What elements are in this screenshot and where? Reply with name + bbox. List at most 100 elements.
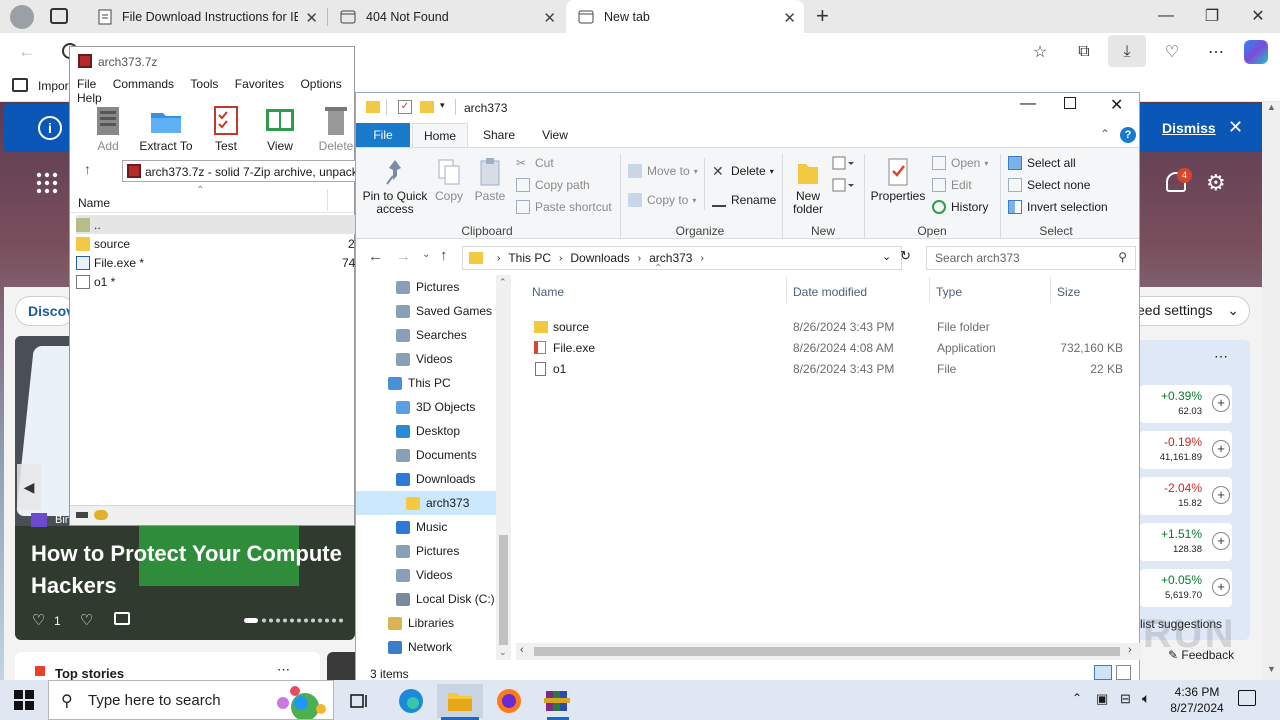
tab-new-tab[interactable]: New tab ✕: [566, 0, 804, 33]
properties-button[interactable]: Properties: [868, 154, 928, 203]
delete-button[interactable]: ✕ Delete ▾: [712, 162, 774, 180]
nav-item[interactable]: 3D Objects: [356, 395, 496, 419]
breadcrumb-this-pc[interactable]: This PC: [508, 251, 551, 265]
volume-icon[interactable]: 🔈︎: [1142, 690, 1150, 707]
new-tab-plus-icon[interactable]: +: [816, 3, 829, 29]
file-explorer-app-icon[interactable]: [437, 684, 483, 718]
network-icon[interactable]: ⊟: [1120, 691, 1131, 707]
menu-options[interactable]: Options: [300, 77, 341, 91]
close-info-icon[interactable]: ✕: [1228, 117, 1243, 138]
favorite-star-icon[interactable]: ☆: [1026, 38, 1054, 66]
minimize-icon[interactable]: —: [1020, 95, 1036, 113]
nav-scrollbar[interactable]: ⌃ ⌄: [496, 275, 511, 660]
close-icon[interactable]: ✕: [1110, 95, 1123, 115]
horizontal-scrollbar[interactable]: ‹ ›: [516, 643, 1141, 660]
nav-item[interactable]: Music: [356, 515, 496, 539]
discover-tab[interactable]: Discov: [15, 296, 75, 326]
taskbar-search-box[interactable]: ⚲ Type here to search: [48, 680, 334, 720]
nav-item[interactable]: Videos: [356, 347, 496, 371]
task-view-icon[interactable]: [338, 684, 382, 718]
add-button[interactable]: Add: [78, 103, 138, 153]
copy-path-button[interactable]: Copy path: [516, 176, 590, 194]
tab-404[interactable]: 404 Not Found ✕: [328, 0, 564, 33]
notification-center-icon[interactable]: [1238, 690, 1256, 706]
address-bar[interactable]: › This PC › Downloads › arch373 ›: [462, 246, 902, 270]
menu-file[interactable]: File: [77, 77, 96, 91]
scroll-up-arrow-icon[interactable]: ⌃: [499, 277, 507, 288]
details-view-icon[interactable]: [1094, 665, 1112, 680]
scroll-right-arrow-icon[interactable]: ›: [1128, 644, 1132, 656]
forward-arrow-icon[interactable]: →: [396, 248, 411, 265]
nav-item[interactable]: Documents: [356, 443, 496, 467]
7zip-column-header[interactable]: Name ⌃: [70, 185, 354, 213]
like-icon[interactable]: ♡: [32, 611, 45, 629]
qat-dropdown-icon[interactable]: ▾: [440, 100, 445, 111]
menu-tools[interactable]: Tools: [190, 77, 218, 91]
extract-to-button[interactable]: Extract To: [136, 103, 196, 153]
breadcrumb-downloads[interactable]: Downloads: [570, 251, 629, 265]
carousel-prev-arrow-icon[interactable]: ◀: [17, 464, 41, 510]
add-stock-icon[interactable]: +: [1212, 486, 1230, 504]
history-button[interactable]: History: [932, 198, 988, 216]
menu-favorites[interactable]: Favorites: [235, 77, 284, 91]
address-dropdown-icon[interactable]: ⌄: [882, 250, 891, 263]
move-to-button[interactable]: Move to ▾: [628, 162, 698, 180]
add-stock-icon[interactable]: +: [1212, 532, 1230, 550]
new-folder-qat-icon[interactable]: [420, 101, 434, 113]
nav-item[interactable]: Pictures: [356, 539, 496, 563]
nav-item[interactable]: arch373: [356, 491, 496, 515]
new-folder-button[interactable]: New folder: [788, 154, 828, 216]
nav-item[interactable]: Pictures: [356, 275, 496, 299]
tab-file[interactable]: File: [356, 123, 410, 147]
nav-item[interactable]: Searches: [356, 323, 496, 347]
network-device-icon[interactable]: ▣: [1096, 691, 1108, 707]
up-arrow-icon[interactable]: ↑: [84, 161, 91, 177]
select-none-button[interactable]: Select none: [1008, 176, 1090, 194]
pin-quick-access-button[interactable]: Pin to Quick access: [360, 154, 430, 216]
paste-shortcut-button[interactable]: Paste shortcut: [516, 198, 612, 216]
stock-item[interactable]: +0.05% 5,619.70 +: [1140, 569, 1232, 607]
menu-commands[interactable]: Commands: [113, 77, 174, 91]
list-item[interactable]: source 2: [76, 234, 356, 253]
apps-grid-icon[interactable]: [36, 172, 58, 194]
table-row[interactable]: source 8/26/2024 3:43 PM File folder: [516, 316, 1136, 337]
7zip-address-field[interactable]: arch373.7z - solid 7-Zip archive, unpack: [122, 160, 356, 182]
properties-check-icon[interactable]: ✓: [398, 100, 412, 114]
page-scrollbar[interactable]: ▲ ▼: [1262, 102, 1280, 680]
browser-essentials-icon[interactable]: ♡: [1158, 38, 1186, 66]
up-arrow-icon[interactable]: ↑: [440, 247, 448, 264]
back-arrow-icon[interactable]: ←: [368, 248, 383, 265]
close-tab-icon[interactable]: ✕: [305, 9, 318, 27]
maximize-icon[interactable]: [1064, 97, 1076, 109]
firefox-app-icon[interactable]: [487, 684, 531, 718]
nav-scroll-thumb[interactable]: [499, 535, 508, 645]
stock-item[interactable]: -0.19% 41,161.89 +: [1140, 431, 1232, 469]
add-stock-icon[interactable]: +: [1212, 394, 1230, 412]
close-tab-icon[interactable]: ✕: [783, 9, 796, 27]
nav-item[interactable]: This PC: [356, 371, 496, 395]
column-name[interactable]: Name: [532, 285, 564, 299]
copy-button[interactable]: Copy: [432, 154, 466, 203]
dismiss-link[interactable]: Dismiss: [1162, 120, 1216, 136]
nav-item[interactable]: Libraries: [356, 611, 496, 635]
search-input[interactable]: Search arch373 ⚲: [926, 246, 1136, 270]
copilot-icon[interactable]: [1244, 40, 1268, 64]
list-item[interactable]: File.exe * 74: [76, 253, 356, 272]
favorites-import-label[interactable]: Impor: [38, 79, 69, 93]
stocks-more-icon[interactable]: ⋯: [1214, 348, 1228, 365]
comment-icon[interactable]: [114, 612, 130, 625]
collapse-ribbon-icon[interactable]: ⌃: [1100, 127, 1110, 141]
test-button[interactable]: Test: [196, 103, 256, 153]
nav-item[interactable]: Network: [356, 635, 496, 659]
restore-icon[interactable]: ❐: [1189, 0, 1235, 32]
scroll-left-arrow-icon[interactable]: ‹: [520, 644, 524, 656]
tab-actions-icon[interactable]: [50, 8, 68, 24]
close-icon[interactable]: ✕: [1235, 0, 1280, 32]
edit-button[interactable]: Edit: [932, 176, 972, 194]
winrar-app-icon[interactable]: [535, 684, 579, 718]
stock-item[interactable]: +1.51% 128.38 +: [1140, 523, 1232, 561]
stock-item[interactable]: -2.04% 15.82 +: [1140, 477, 1232, 515]
column-date-modified[interactable]: Date modified: [793, 285, 867, 299]
scroll-up-arrow-icon[interactable]: ▲: [1267, 102, 1276, 112]
refresh-icon[interactable]: ↻: [900, 248, 911, 264]
